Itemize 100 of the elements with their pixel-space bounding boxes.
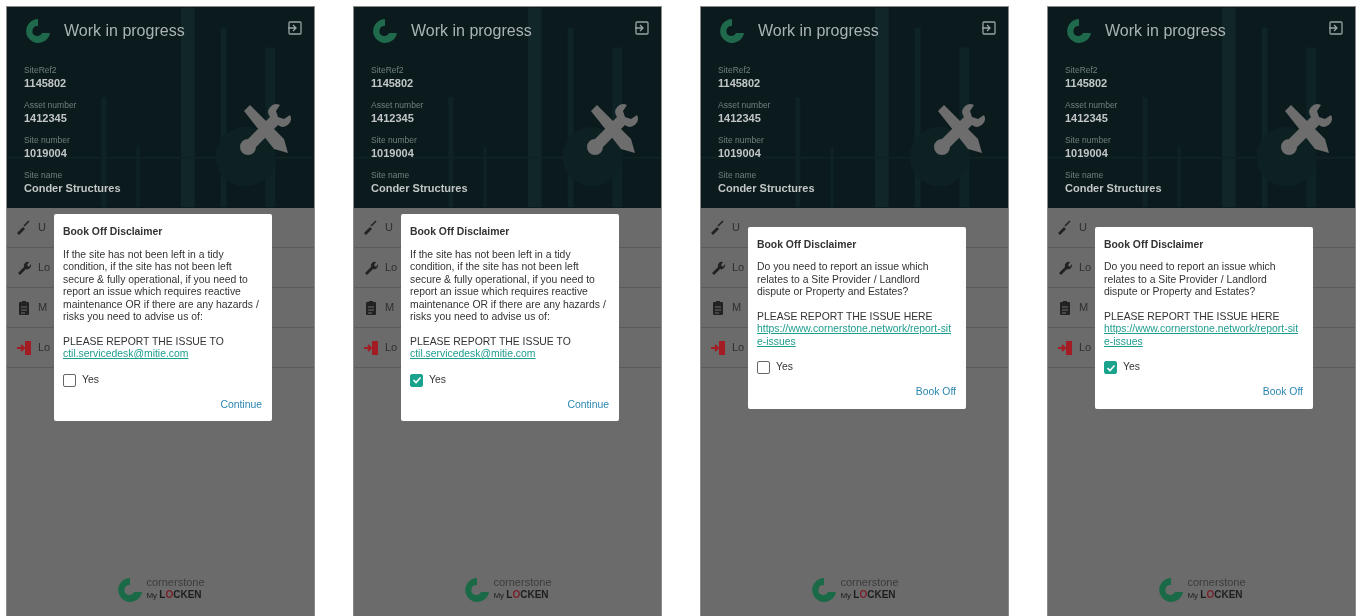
brush-icon (709, 218, 727, 237)
field-label: SiteRef2 (718, 65, 751, 76)
exit-icon[interactable] (288, 21, 302, 35)
app-logo-icon (718, 17, 746, 45)
screen-title: Work in progress (411, 21, 532, 41)
dialog-message: If the site has not been left in a tidy condition, if the site has not been left secure & fully operational, if you need to report an issue which requires reactive maintenance OR if there are any hazards / risks you need to advise us of: (63, 248, 260, 324)
dialog-title: Book Off Disclaimer (63, 226, 164, 239)
field-label: Site number (371, 135, 417, 146)
report-link[interactable]: ctil.servicedesk@mitie.com (63, 348, 262, 361)
brand-subtitle: My LOCKEN (146, 588, 203, 602)
exit-icon[interactable] (635, 21, 649, 35)
field-value: Conder Structures (718, 181, 815, 195)
report-link[interactable]: https://www.cornerstone.network/report-site-issues (1104, 323, 1303, 348)
menu-item-label[interactable]: Lo (38, 259, 51, 276)
exit-icon[interactable] (982, 21, 996, 35)
menu-item-label[interactable]: M (385, 299, 395, 316)
menu-item-label[interactable]: U (1079, 219, 1087, 236)
report-link[interactable]: ctil.servicedesk@mitie.com (410, 348, 609, 361)
menu-item-label[interactable]: Lo (732, 259, 745, 276)
dialog-message: If the site has not been left in a tidy condition, if the site has not been left secure & fully operational, if you need to report an issue which requires reactive maintenance OR if there are any hazards / risks you need to advise us of: (410, 248, 607, 324)
report-instruction: PLEASE REPORT THE ISSUE HERE (1104, 310, 1280, 322)
field-label: Site number (718, 135, 764, 146)
menu-item-label[interactable]: M (732, 299, 742, 316)
screen-title: Work in progress (64, 21, 185, 41)
menu-item-label[interactable]: Lo (732, 339, 745, 356)
field-value: Conder Structures (24, 181, 121, 195)
menu-item-label[interactable]: U (385, 219, 393, 236)
brand-subtitle: My LOCKEN (493, 588, 550, 602)
dialog-title: Book Off Disclaimer (410, 226, 511, 239)
screen-title: Work in progress (1105, 21, 1226, 41)
field-label: Site name (718, 170, 757, 181)
app-logo-icon (24, 17, 52, 45)
checkbox-label[interactable]: Yes (776, 361, 793, 374)
action-button[interactable]: Continue (567, 398, 609, 411)
menu-item-label[interactable]: U (732, 219, 740, 236)
report-instruction: PLEASE REPORT THE ISSUE HERE (757, 310, 933, 322)
report-link[interactable]: https://www.cornerstone.network/report-site-issues (757, 323, 956, 348)
field-value: 1412345 (371, 111, 414, 125)
yes-checkbox[interactable] (63, 373, 76, 387)
menu-item-label[interactable]: Lo (1079, 259, 1092, 276)
menu-item-label[interactable]: M (38, 299, 48, 316)
checkbox-label[interactable]: Yes (82, 373, 99, 387)
action-button[interactable]: Book Off (1262, 386, 1303, 399)
dialog-title: Book Off Disclaimer (757, 238, 858, 251)
yes-checkbox[interactable] (410, 373, 423, 387)
menu-item-label[interactable]: U (38, 219, 46, 236)
checkbox-label[interactable]: Yes (429, 373, 446, 387)
report-instruction: PLEASE REPORT THE ISSUE TO (410, 335, 571, 347)
logout-icon (709, 338, 727, 357)
field-value: 1019004 (371, 146, 414, 160)
field-label: Site name (1065, 170, 1104, 181)
report-instruction: PLEASE REPORT THE ISSUE TO (63, 335, 224, 347)
dialog-message: Do you need to report an issue which relates to a Site Provider / Landlord dispute or Property and Estates? (1104, 261, 1277, 299)
menu-item-label[interactable]: Lo (385, 259, 398, 276)
action-button[interactable]: Continue (220, 398, 262, 411)
field-value: Conder Structures (371, 181, 468, 195)
exit-icon[interactable] (1329, 21, 1343, 35)
yes-checkbox[interactable] (1104, 361, 1117, 374)
brand-logo-icon (116, 576, 143, 602)
field-value: 1412345 (1065, 111, 1108, 125)
app-logo-icon (1065, 17, 1093, 45)
brand-subtitle: My LOCKEN (1187, 588, 1244, 602)
field-label: Site number (1065, 135, 1111, 146)
field-value: 1019004 (718, 146, 761, 160)
field-value: 1145802 (718, 76, 761, 90)
field-label: Asset number (371, 100, 424, 111)
field-value: 1412345 (718, 111, 761, 125)
field-value: 1412345 (24, 111, 67, 125)
yes-checkbox[interactable] (757, 361, 770, 374)
field-value: 1019004 (24, 146, 67, 160)
menu-item-label[interactable]: Lo (385, 339, 398, 356)
brush-icon (362, 218, 380, 237)
field-label: Asset number (24, 100, 77, 111)
checkbox-label[interactable]: Yes (1123, 361, 1140, 374)
field-label: Site number (24, 135, 70, 146)
brand-logo-icon (1157, 576, 1184, 602)
brand-logo-icon (810, 576, 837, 602)
menu-item-label[interactable]: Lo (38, 339, 51, 356)
brand-logo-icon (463, 576, 490, 602)
menu-item-label[interactable]: Lo (1079, 339, 1092, 356)
screen-title: Work in progress (758, 21, 879, 41)
field-value: 1019004 (1065, 146, 1108, 160)
tools-icon (1281, 103, 1333, 155)
tools-icon (934, 103, 986, 155)
dialog-title: Book Off Disclaimer (1104, 238, 1205, 251)
field-value: 1145802 (24, 76, 67, 90)
field-label: Site name (24, 170, 63, 181)
brush-icon (15, 218, 33, 237)
action-button[interactable]: Book Off (915, 386, 956, 399)
logout-icon (15, 338, 33, 357)
menu-item-label[interactable]: M (1079, 299, 1089, 316)
field-label: SiteRef2 (1065, 65, 1098, 76)
field-label: SiteRef2 (371, 65, 404, 76)
logout-icon (1056, 338, 1074, 357)
field-label: Asset number (718, 100, 771, 111)
field-value: 1145802 (1065, 76, 1108, 90)
field-label: Asset number (1065, 100, 1118, 111)
field-value: Conder Structures (1065, 181, 1162, 195)
field-label: Site name (371, 170, 410, 181)
brush-icon (1056, 218, 1074, 237)
